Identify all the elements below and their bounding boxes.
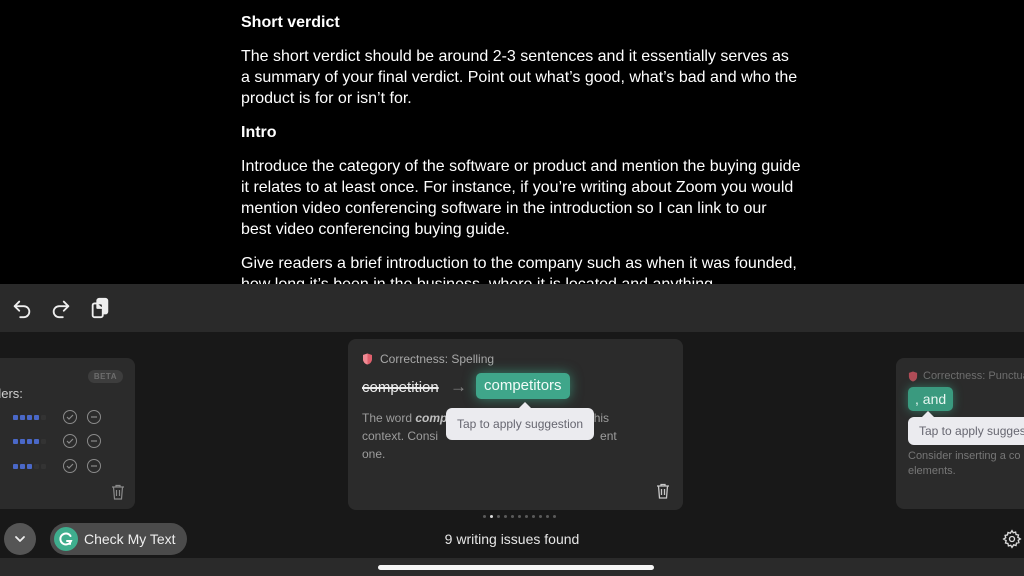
clipboard-icon: [91, 297, 109, 319]
card-category: Correctness: Spelling: [362, 352, 494, 366]
tone-level-bar: [13, 438, 53, 444]
dismiss-icon[interactable]: [87, 410, 101, 424]
suggestion-button[interactable]: competitors: [476, 373, 570, 399]
apply-suggestion-tooltip[interactable]: Tap to apply suggestion: [908, 411, 1024, 445]
paragraph: Introduce the category of the software o…: [241, 158, 801, 238]
dismiss-icon[interactable]: [87, 434, 101, 448]
heading-short-verdict: Short verdict: [241, 14, 340, 31]
shield-icon: [363, 353, 372, 365]
tone-row: [13, 433, 101, 449]
spelling-suggestion-card[interactable]: Correctness: Spelling competition → comp…: [348, 339, 683, 510]
accept-icon[interactable]: [63, 410, 77, 424]
original-word: competition: [362, 379, 439, 396]
category-label: Correctness: Punctua: [923, 370, 1024, 382]
punctuation-suggestion-card[interactable]: Correctness: Punctua , and Tap to apply …: [896, 358, 1024, 509]
heading-intro: Intro: [241, 124, 277, 141]
apply-suggestion-tooltip[interactable]: Tap to apply suggestion: [446, 402, 595, 440]
undo-icon: [13, 300, 31, 319]
trash-icon[interactable]: [656, 483, 670, 499]
beta-badge: BETA: [87, 370, 123, 383]
issues-count: 9 writing issues found: [444, 531, 580, 547]
arrow-right-icon: →: [450, 377, 467, 396]
pagination-dot[interactable]: [504, 515, 507, 518]
gear-icon[interactable]: [1002, 529, 1022, 549]
tone-level-bar: [13, 463, 53, 469]
trash-icon[interactable]: [111, 484, 125, 500]
pagination-dot[interactable]: [511, 515, 514, 518]
redo-button[interactable]: [47, 294, 75, 322]
home-indicator[interactable]: [378, 565, 654, 570]
category-label: Correctness: Spelling: [380, 352, 495, 366]
dismiss-icon[interactable]: [87, 459, 101, 473]
pagination-dot[interactable]: [497, 515, 500, 518]
redo-icon: [52, 300, 70, 319]
accept-icon[interactable]: [63, 434, 77, 448]
paragraph: Give readers a brief introduction to the…: [241, 255, 797, 284]
tone-row: [13, 458, 101, 474]
pagination-dot[interactable]: [525, 515, 528, 518]
suggestion-button[interactable]: , and: [908, 387, 954, 411]
suggestions-panel: BETA ders: Correctness: Spelling competi…: [0, 332, 1024, 576]
pagination-dots[interactable]: [483, 515, 556, 518]
accept-icon[interactable]: [63, 459, 77, 473]
shield-icon: [908, 371, 918, 381]
pagination-dot[interactable]: [553, 515, 556, 518]
clipboard-button[interactable]: [86, 294, 114, 322]
explanation-text: Consider inserting a co elements.: [908, 450, 1021, 477]
document-content[interactable]: Short verdict The short verdict should b…: [241, 12, 801, 284]
pagination-dot[interactable]: [532, 515, 535, 518]
editor-toolbar: [0, 284, 1024, 332]
pagination-dot[interactable]: [518, 515, 521, 518]
paragraph: The short verdict should be around 2-3 s…: [241, 48, 798, 107]
tone-card[interactable]: BETA ders:: [0, 358, 135, 509]
card-category: Correctness: Punctua: [908, 370, 1024, 382]
document-area[interactable]: Short verdict The short verdict should b…: [0, 0, 1024, 284]
pagination-dot[interactable]: [546, 515, 549, 518]
pagination-dot[interactable]: [539, 515, 542, 518]
tone-level-bar: [13, 414, 53, 420]
tone-row: [13, 409, 101, 425]
pagination-dot[interactable]: [483, 515, 486, 518]
pagination-dot[interactable]: [490, 515, 493, 518]
undo-button[interactable]: [8, 294, 36, 322]
readers-label: ders:: [0, 386, 23, 401]
